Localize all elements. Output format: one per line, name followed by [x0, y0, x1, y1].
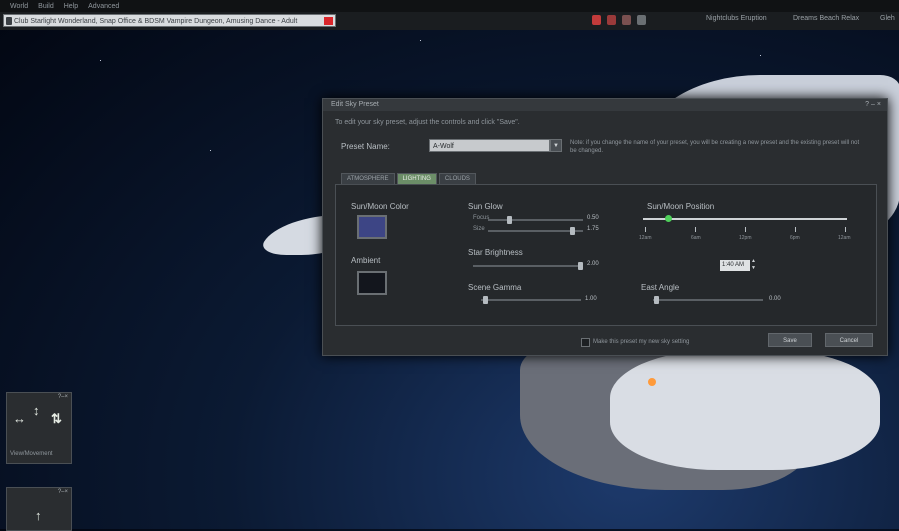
dialog-instructions: To edit your sky preset, adjust the cont… [335, 119, 520, 126]
star [100, 60, 101, 61]
sun-moon-color-label: Sun/Moon Color [351, 202, 409, 211]
flag-icon[interactable] [324, 17, 333, 25]
preset-name-label: Preset Name: [341, 142, 390, 151]
east-angle-slider[interactable] [653, 296, 763, 304]
time-field[interactable]: 1:40 AM [720, 260, 750, 271]
timeline-tick [745, 227, 746, 232]
sun-moon-position-label: Sun/Moon Position [647, 202, 715, 211]
lighting-panel [335, 184, 877, 326]
star-brightness-slider[interactable] [473, 262, 583, 270]
dialog-title: Edit Sky Preset [331, 101, 379, 108]
make-default-label: Make this preset my new sky setting [593, 339, 690, 345]
panel-controls[interactable]: ?–× [58, 394, 68, 400]
nav-bar: Club Starlight Wonderland, Snap Office &… [0, 12, 899, 30]
voice-icon[interactable] [622, 15, 631, 25]
village-lamp [648, 378, 656, 386]
make-default-checkbox[interactable] [581, 338, 590, 347]
lock-icon [6, 17, 12, 25]
size-slider[interactable] [488, 227, 583, 235]
time-label: 6pm [790, 235, 800, 241]
pin-icon[interactable] [592, 15, 601, 25]
scene-gamma-value[interactable]: 1.00 [585, 296, 597, 302]
location-bar[interactable]: Club Starlight Wonderland, Snap Office &… [3, 14, 336, 27]
east-angle-label: East Angle [641, 283, 680, 292]
favorite-2[interactable]: Dreams Beach Relax [793, 15, 859, 22]
time-label: 12am [838, 235, 851, 241]
star [760, 55, 761, 56]
preset-dropdown-button[interactable]: ▼ [550, 139, 562, 152]
scene-gamma-slider-thumb[interactable] [483, 296, 488, 304]
move-forward-icon[interactable]: ↑ [35, 508, 42, 523]
star [420, 40, 421, 41]
star-icon[interactable] [637, 15, 646, 25]
menu-help[interactable]: Help [64, 3, 78, 10]
ambient-color-swatch[interactable] [357, 271, 387, 295]
panel-caption: View/Movement [10, 451, 53, 457]
focus-label: Focus [473, 215, 490, 221]
arrow-up-icon[interactable]: ↕ [33, 403, 40, 418]
dialog-controls[interactable]: ?–× [865, 99, 883, 111]
nav-icons [592, 15, 646, 25]
village-structure [610, 350, 880, 470]
star-brightness-value[interactable]: 2.00 [587, 261, 599, 267]
focus-slider-thumb[interactable] [506, 216, 512, 224]
timeline-tick [645, 227, 646, 232]
east-angle-slider-thumb[interactable] [654, 296, 660, 304]
size-value[interactable]: 1.75 [587, 226, 599, 232]
timeline-tick [795, 227, 796, 232]
favorite-3[interactable]: Gleh [880, 15, 895, 22]
favorite-1[interactable]: Nightclubs Eruption [706, 15, 767, 22]
camera-controls-panel: ?–× ↔ ↕ ⇅ View/Movement [6, 392, 72, 464]
cancel-button[interactable]: Cancel [825, 333, 873, 347]
rotate-icon[interactable]: ⇅ [51, 411, 62, 427]
time-label: 12am [639, 235, 652, 241]
time-spinner[interactable]: ▲ ▼ [751, 258, 757, 272]
menu-build[interactable]: Build [38, 3, 54, 10]
scene-gamma-slider[interactable] [481, 296, 581, 304]
preset-note: Note: if you change the name of your pre… [570, 140, 860, 154]
panel-controls[interactable]: ?–× [58, 489, 68, 495]
star-brightness-label: Star Brightness [468, 248, 523, 257]
star [210, 150, 211, 151]
menu-world[interactable]: World [10, 3, 28, 10]
east-angle-value[interactable]: 0.00 [769, 296, 781, 302]
sun-moon-timeline[interactable] [643, 215, 847, 222]
dialog-titlebar[interactable]: Edit Sky Preset ?–× [323, 99, 887, 111]
preset-name-field[interactable]: A-Wolf [429, 139, 550, 152]
focus-value[interactable]: 0.50 [587, 215, 599, 221]
scene-gamma-label: Scene Gamma [468, 283, 522, 292]
sun-glow-label: Sun Glow [468, 202, 503, 211]
time-label: 12pm [739, 235, 752, 241]
save-button[interactable]: Save [768, 333, 812, 347]
size-slider-thumb[interactable] [569, 227, 575, 235]
timeline-tick [695, 227, 696, 232]
star-brightness-slider-thumb[interactable] [578, 262, 583, 270]
avatar-icon[interactable] [607, 15, 616, 25]
focus-slider[interactable] [488, 216, 583, 224]
sun-moon-color-swatch[interactable] [357, 215, 387, 239]
ambient-label: Ambient [351, 256, 381, 265]
pan-left-icon[interactable]: ↔ [13, 411, 26, 426]
menu-advanced[interactable]: Advanced [88, 3, 119, 10]
location-text: Club Starlight Wonderland, Snap Office &… [14, 18, 298, 25]
menu-bar: World Build Help Advanced [0, 0, 899, 12]
size-label: Size [473, 226, 485, 232]
movement-panel: ?–× ↑ [6, 487, 72, 531]
edit-sky-preset-dialog: Edit Sky Preset ?–× To edit your sky pre… [322, 98, 888, 356]
timeline-tick [845, 227, 846, 232]
time-label: 6am [691, 235, 701, 241]
